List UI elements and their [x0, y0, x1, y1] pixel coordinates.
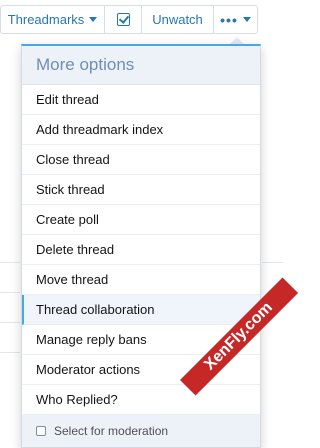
menu-item[interactable]: Add threadmark index — [22, 115, 260, 145]
checkbox-checked-icon — [116, 13, 130, 26]
thread-toolbar: Threadmarks Unwatch ••• — [0, 5, 258, 34]
menu-item[interactable]: Delete thread — [22, 235, 260, 265]
unwatch-label: Unwatch — [152, 12, 203, 27]
select-thread-button[interactable] — [105, 6, 142, 33]
menu-item[interactable]: Thread collaboration — [22, 295, 260, 325]
ellipsis-icon: ••• — [220, 11, 238, 28]
background-divider — [0, 262, 20, 263]
caret-down-icon — [89, 17, 98, 22]
background-divider — [0, 322, 20, 323]
background-divider — [0, 292, 20, 293]
menu-title: More options — [22, 46, 260, 85]
select-for-moderation-label: Select for moderation — [54, 424, 169, 438]
unwatch-button[interactable]: Unwatch — [142, 6, 214, 33]
menu-item[interactable]: Who Replied? — [22, 385, 260, 415]
menu-item[interactable]: Close thread — [22, 145, 260, 175]
caret-down-icon — [242, 17, 251, 22]
threadmarks-label: Threadmarks — [7, 12, 85, 27]
background-divider — [0, 352, 20, 353]
menu-pointer — [230, 37, 244, 44]
more-options-button[interactable]: ••• — [214, 6, 257, 33]
menu-item[interactable]: Stick thread — [22, 175, 260, 205]
checkbox-icon[interactable] — [36, 426, 46, 436]
more-options-menu: More options Edit thread Add threadmark i… — [21, 44, 261, 448]
background-divider — [262, 262, 283, 263]
select-for-moderation[interactable]: Select for moderation — [22, 415, 260, 447]
menu-item[interactable]: Edit thread — [22, 85, 260, 115]
menu-item[interactable]: Move thread — [22, 265, 260, 295]
menu-item[interactable]: Create poll — [22, 205, 260, 235]
threadmarks-button[interactable]: Threadmarks — [1, 6, 105, 33]
